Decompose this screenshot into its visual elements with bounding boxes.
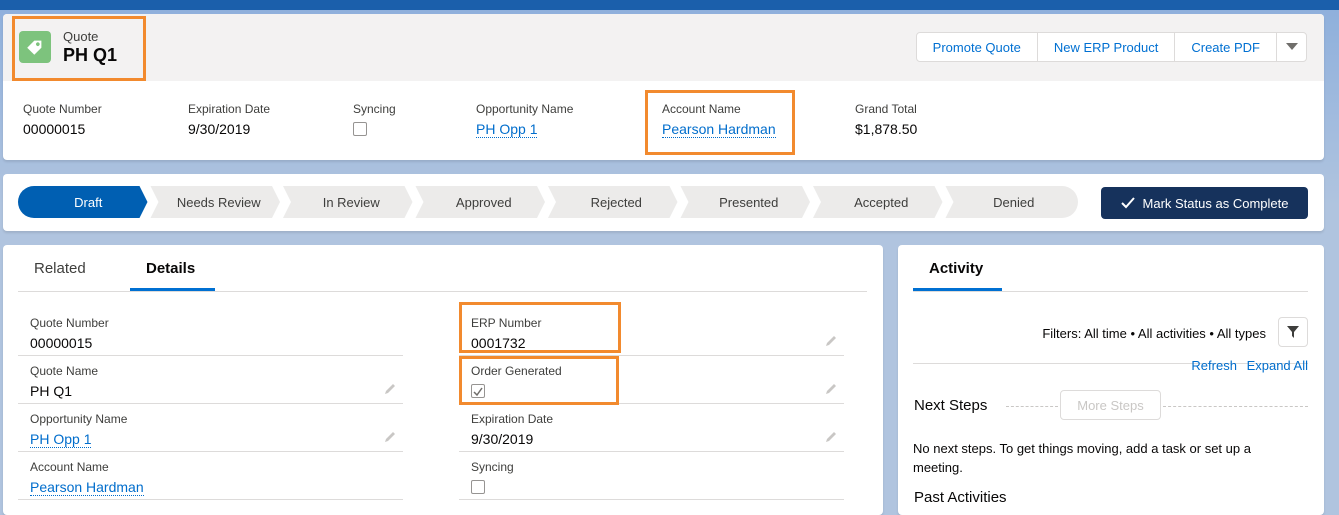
- top-bar: [0, 0, 1339, 10]
- field-label: Quote Name: [30, 364, 99, 378]
- field-expiration-date: Expiration Date 9/30/2019: [459, 404, 844, 452]
- path-stage-label: Approved: [456, 195, 512, 210]
- field-value: 9/30/2019: [471, 431, 534, 447]
- field-value: PH Q1: [30, 383, 73, 399]
- path-stage-label: In Review: [323, 195, 381, 210]
- path-stage-label: Presented: [719, 195, 778, 210]
- highlight-quote-number: Quote Number 00000015: [23, 102, 102, 137]
- opportunity-name-link[interactable]: PH Opp 1: [30, 431, 92, 448]
- check-icon: [1120, 197, 1135, 209]
- chevron-down-icon: [1285, 43, 1298, 50]
- create-pdf-button[interactable]: Create PDF: [1174, 32, 1277, 62]
- edit-pencil-icon[interactable]: [824, 334, 838, 348]
- field-value: 00000015: [30, 335, 93, 351]
- field-label: Opportunity Name: [476, 102, 574, 116]
- tab-activity[interactable]: Activity: [929, 260, 983, 277]
- header-title-area: Quote PH Q1 Promote Quote New ERP Produc…: [3, 14, 1324, 81]
- path-stage-label: Rejected: [591, 195, 642, 210]
- path-stage-label: Denied: [993, 195, 1034, 210]
- edit-pencil-icon[interactable]: [383, 430, 397, 444]
- field-label: Syncing: [471, 460, 514, 474]
- field-label: Quote Number: [30, 316, 109, 330]
- field-account-name: Account Name Pearson Hardman: [18, 452, 403, 500]
- more-actions-button[interactable]: [1276, 32, 1307, 62]
- activity-card: Activity Filters: All time • All activit…: [898, 245, 1324, 515]
- field-label: Grand Total: [855, 102, 917, 116]
- refresh-link[interactable]: Refresh: [1191, 358, 1237, 373]
- edit-pencil-icon[interactable]: [383, 382, 397, 396]
- path-stages: Draft Needs Review In Review Approved Reject…: [18, 186, 1078, 218]
- no-next-steps-message: No next steps. To get things moving, add…: [913, 441, 1251, 475]
- active-tab-indicator: [913, 288, 1002, 291]
- field-label: Expiration Date: [471, 412, 554, 426]
- mark-status-complete-button[interactable]: Mark Status as Complete: [1101, 187, 1308, 219]
- highlight-box-record: [12, 16, 146, 81]
- activity-filters-text: Filters: All time • All activities • All…: [1042, 326, 1266, 341]
- field-value: 9/30/2019: [188, 121, 251, 137]
- tab-details[interactable]: Details: [146, 260, 195, 277]
- field-value: 00000015: [23, 121, 86, 137]
- edit-pencil-icon[interactable]: [824, 430, 838, 444]
- tab-related[interactable]: Related: [34, 260, 86, 277]
- mark-status-label: Mark Status as Complete: [1142, 195, 1289, 211]
- field-quote-name: Quote Name PH Q1: [18, 356, 403, 404]
- field-syncing: Syncing: [459, 452, 844, 500]
- syncing-checkbox[interactable]: [353, 122, 367, 136]
- field-label: Quote Number: [23, 102, 102, 116]
- highlight-box-order-generated: [459, 356, 619, 405]
- next-steps-heading: Next Steps: [914, 397, 988, 414]
- dashed-divider: [1006, 406, 1058, 407]
- new-erp-product-button[interactable]: New ERP Product: [1036, 32, 1176, 62]
- field-label: Expiration Date: [188, 102, 271, 116]
- highlight-opportunity-name: Opportunity Name PH Opp 1: [476, 102, 574, 138]
- field-label: Syncing: [353, 102, 396, 116]
- promote-quote-button[interactable]: Promote Quote: [915, 32, 1038, 62]
- edit-pencil-icon[interactable]: [824, 382, 838, 396]
- field-opportunity-name: Opportunity Name PH Opp 1: [18, 404, 403, 452]
- header-actions: Promote Quote New ERP Product Create PDF: [915, 32, 1307, 62]
- field-quote-number: Quote Number 00000015: [18, 308, 403, 356]
- field-label: Account Name: [30, 460, 109, 474]
- highlight-box-erp-number: [459, 302, 621, 353]
- path-stage-label: Needs Review: [177, 195, 261, 210]
- highlight-box-account: [645, 90, 795, 155]
- filter-button[interactable]: [1278, 317, 1308, 347]
- details-tabs: Related Details: [18, 245, 867, 292]
- highlight-syncing: Syncing: [353, 102, 396, 136]
- field-label: Opportunity Name: [30, 412, 128, 426]
- more-steps-button[interactable]: More Steps: [1060, 390, 1161, 420]
- active-tab-indicator: [130, 288, 215, 291]
- activity-links: Refresh Expand All: [898, 358, 1308, 373]
- activity-tabs: Activity: [913, 245, 1308, 292]
- past-activities-heading: Past Activities: [914, 489, 1007, 506]
- highlight-expiration-date: Expiration Date 9/30/2019: [188, 102, 270, 137]
- account-name-link[interactable]: Pearson Hardman: [30, 479, 144, 496]
- opportunity-link[interactable]: PH Opp 1: [476, 121, 538, 138]
- path-stage-label: Accepted: [854, 195, 908, 210]
- details-card: Related Details Quote Number 00000015 Qu…: [3, 245, 883, 515]
- expand-all-link[interactable]: Expand All: [1247, 358, 1308, 373]
- highlight-grand-total: Grand Total $1,878.50: [855, 102, 917, 137]
- dashed-divider: [1163, 406, 1308, 407]
- syncing-detail-checkbox[interactable]: [471, 480, 485, 494]
- field-value: $1,878.50: [855, 121, 918, 137]
- filter-icon: [1287, 326, 1299, 338]
- path-stage-label: Draft: [74, 195, 103, 210]
- status-path: Draft Needs Review In Review Approved Reject…: [3, 174, 1324, 231]
